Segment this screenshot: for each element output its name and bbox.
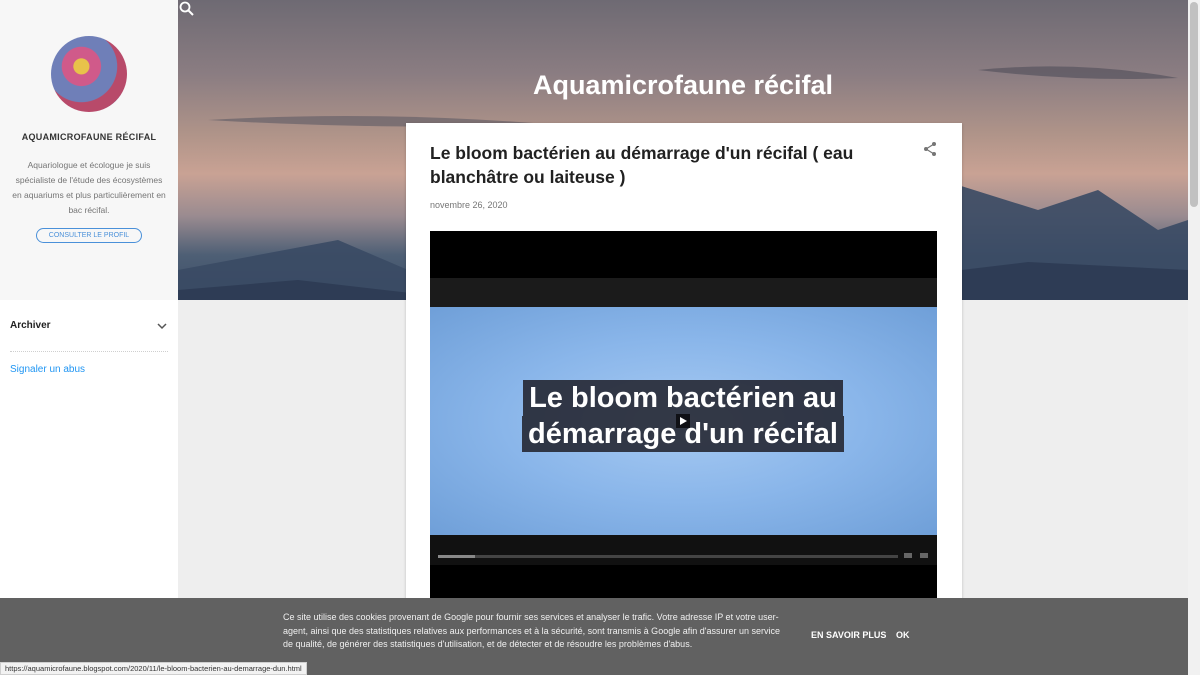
search-icon[interactable] [178, 0, 196, 18]
profile-section: AQUAMICROFAUNE RÉCIFAL Aquariologue et é… [0, 0, 178, 300]
page-scrollbar[interactable] [1188, 0, 1200, 675]
report-abuse-link[interactable]: Signaler un abus [10, 364, 168, 375]
archive-title: Archiver [10, 320, 51, 331]
volume-control[interactable] [904, 553, 912, 558]
chevron-down-icon[interactable] [156, 320, 168, 332]
video-controls [430, 535, 937, 565]
video-top-bar [430, 278, 937, 307]
view-profile-button[interactable]: CONSULTER LE PROFIL [35, 228, 143, 243]
play-icon[interactable] [676, 414, 690, 428]
share-icon[interactable] [922, 141, 938, 157]
cookie-notice-text: Ce site utilise des cookies provenant de… [283, 612, 780, 649]
post-card: Le bloom bactérien au démarrage d'un réc… [406, 123, 962, 675]
learn-more-button[interactable]: EN SAVOIR PLUS [811, 630, 886, 640]
profile-name[interactable]: AQUAMICROFAUNE RÉCIFAL [0, 132, 178, 142]
video-thumbnail[interactable]: Le bloom bactérien au démarrage d'un réc… [430, 307, 937, 535]
video-progress-bar[interactable] [438, 555, 898, 558]
caption-line-1: Le bloom bactérien au [523, 380, 843, 416]
scrollbar-thumb[interactable] [1190, 2, 1198, 207]
status-bar-url: https://aquamicrofaune.blogspot.com/2020… [0, 662, 307, 675]
sidebar: AQUAMICROFAUNE RÉCIFAL Aquariologue et é… [0, 0, 178, 675]
video-progress-fill [438, 555, 475, 558]
archive-widget[interactable]: Archiver [10, 314, 168, 352]
video-player[interactable]: Le bloom bactérien au démarrage d'un réc… [430, 231, 937, 601]
fullscreen-control[interactable] [920, 553, 928, 558]
avatar[interactable] [51, 36, 127, 112]
post-date[interactable]: novembre 26, 2020 [430, 200, 508, 210]
post-title[interactable]: Le bloom bactérien au démarrage d'un réc… [430, 141, 900, 189]
site-title[interactable]: Aquamicrofaune récifal [178, 70, 1188, 101]
profile-description: Aquariologue et écologue je suis spécial… [12, 160, 166, 215]
ok-button[interactable]: OK [896, 630, 910, 640]
